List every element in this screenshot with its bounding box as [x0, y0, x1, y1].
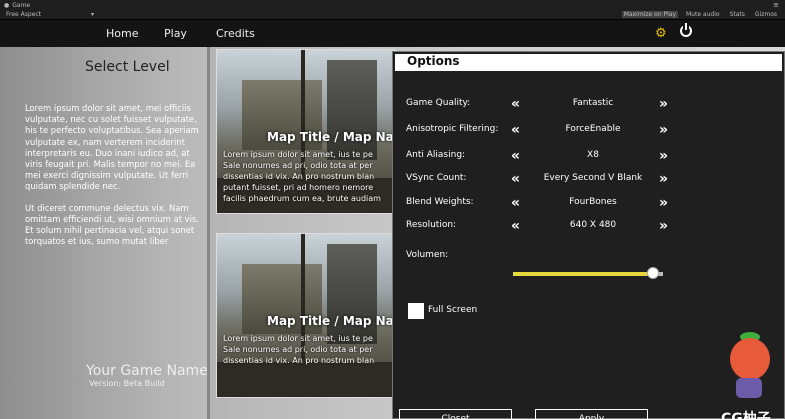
maximize-on-play-toggle[interactable]: Maximize on Play — [621, 11, 678, 18]
game-name: Your Game Name — [86, 363, 208, 379]
option-value: X8 — [587, 150, 599, 160]
option-value: FourBones — [569, 197, 617, 207]
map-card[interactable]: Map Title / Map Na Lorem ipsum dolor sit… — [216, 49, 396, 214]
version-label: Version: Beta Build — [89, 379, 165, 388]
prev-arrow-icon[interactable]: « — [511, 96, 520, 112]
game-tab-icon: ● — [4, 2, 10, 9]
volume-label: Volumen: — [406, 250, 449, 260]
option-label: VSync Count: — [406, 173, 467, 183]
game-tab[interactable]: ● Game — [4, 2, 30, 9]
editor-toggles: Maximize on Play Mute audio Stats Gizmos — [621, 11, 779, 18]
option-row-blend-weights: Blend Weights: « FourBones » — [393, 195, 785, 211]
game-tab-label: Game — [12, 2, 31, 9]
prev-arrow-icon[interactable]: « — [511, 171, 520, 187]
game-view: Home Play Credits ⚙ Select Level Lorem i… — [0, 20, 785, 419]
option-row-volume: Volumen: — [393, 248, 785, 264]
option-label: Anti Aliasing: — [406, 150, 466, 160]
watermark-logo: CG柚子 — [718, 332, 778, 419]
option-value: Fantastic — [572, 98, 614, 108]
option-value: ForceEnable — [565, 124, 621, 134]
option-label: Game Quality: — [406, 98, 471, 108]
option-row-anisotropic: Anisotropic Filtering: « ForceEnable » — [393, 122, 785, 138]
editor-toolbar: ● Game Free Aspect ▾ ≡ Maximize on Play … — [0, 0, 785, 20]
volume-slider-track[interactable] — [513, 272, 653, 276]
options-header: Options — [395, 54, 782, 71]
stats-toggle[interactable]: Stats — [728, 11, 747, 18]
nav-home[interactable]: Home — [106, 27, 138, 40]
next-arrow-icon[interactable]: » — [659, 218, 668, 234]
apply-button[interactable]: Apply — [535, 409, 648, 419]
option-label: Anisotropic Filtering: — [406, 124, 499, 134]
nav-play[interactable]: Play — [164, 27, 187, 40]
gizmos-toggle[interactable]: Gizmos — [753, 11, 779, 18]
top-nav: Home Play Credits ⚙ — [0, 20, 785, 47]
gear-icon[interactable]: ⚙ — [655, 26, 667, 41]
scrollbar[interactable] — [207, 47, 210, 419]
next-arrow-icon[interactable]: » — [659, 96, 668, 112]
options-title: Options — [407, 54, 460, 68]
map-description: Lorem ipsum dolor sit amet, ius te pe Sa… — [223, 150, 381, 203]
aspect-label: Free Aspect — [6, 11, 42, 18]
next-arrow-icon[interactable]: » — [659, 148, 668, 164]
option-row-resolution: Resolution: « 640 X 480 » — [393, 218, 785, 234]
option-row-vsync: VSync Count: « Every Second V Blank » — [393, 171, 785, 187]
option-label: Resolution: — [406, 220, 457, 230]
close-button[interactable]: Closet — [399, 409, 512, 419]
map-title: Map Title / Map Na — [267, 314, 394, 328]
prev-arrow-icon[interactable]: « — [511, 218, 520, 234]
map-thumbnail — [327, 60, 377, 160]
level-info-panel: Select Level Lorem ipsum dolor sit amet,… — [0, 47, 210, 419]
nav-credits[interactable]: Credits — [216, 27, 255, 40]
map-card[interactable]: Map Title / Map Na Lorem ipsum dolor sit… — [216, 233, 396, 398]
map-title: Map Title / Map Na — [267, 130, 394, 144]
option-label: Blend Weights: — [406, 197, 474, 207]
prev-arrow-icon[interactable]: « — [511, 148, 520, 164]
level-description: Lorem ipsum dolor sit amet, mei officiis… — [25, 103, 200, 247]
map-thumbnail — [327, 244, 377, 344]
description-paragraph: Ut diceret commune delectus vix. Nam omi… — [25, 202, 199, 247]
fullscreen-checkbox[interactable] — [408, 303, 424, 319]
option-row-game-quality: Game Quality: « Fantastic » — [393, 96, 785, 112]
option-value: Every Second V Blank — [543, 173, 643, 183]
volume-slider-handle[interactable] — [646, 267, 659, 279]
prev-arrow-icon[interactable]: « — [511, 122, 520, 138]
next-arrow-icon[interactable]: » — [659, 195, 668, 211]
aspect-dropdown[interactable]: Free Aspect ▾ — [6, 11, 94, 18]
mute-audio-toggle[interactable]: Mute audio — [684, 11, 722, 18]
option-row-anti-aliasing: Anti Aliasing: « X8 » — [393, 148, 785, 164]
power-icon[interactable] — [680, 23, 692, 37]
watermark-text: CG柚子 — [721, 411, 771, 419]
select-level-title: Select Level — [85, 59, 170, 75]
fullscreen-label: Full Screen — [428, 305, 478, 315]
map-description: Lorem ipsum dolor sit amet, ius te pe Sa… — [223, 334, 375, 365]
context-menu-icon[interactable]: ≡ — [773, 1, 779, 9]
next-arrow-icon[interactable]: » — [659, 122, 668, 138]
dropdown-arrow-icon: ▾ — [91, 11, 95, 18]
prev-arrow-icon[interactable]: « — [511, 195, 520, 211]
option-value: 640 X 480 — [569, 220, 617, 230]
next-arrow-icon[interactable]: » — [659, 171, 668, 187]
description-paragraph: Lorem ipsum dolor sit amet, mei officiis… — [25, 103, 199, 192]
